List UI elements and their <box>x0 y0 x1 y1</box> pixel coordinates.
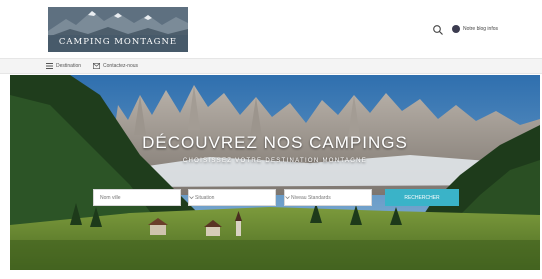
menu-icon <box>46 63 53 69</box>
logo-text: CAMPING MONTAGNE <box>58 37 178 47</box>
hero-banner: DÉCOUVREZ NOS CAMPINGS CHOISISSEZ VOTRE … <box>10 75 540 270</box>
standard-select-value: Niveau Standards <box>291 194 331 201</box>
hero-subtitle: CHOISISSEZ VOTRE DESTINATION MONTAGNE <box>182 158 368 164</box>
header-actions: Notre blog infos <box>432 23 498 35</box>
user-icon <box>451 25 460 33</box>
situation-select[interactable]: Situation <box>188 189 276 206</box>
hero-image <box>10 75 540 270</box>
chevron-down-icon <box>285 196 290 200</box>
logo[interactable]: CAMPING MONTAGNE <box>48 7 188 52</box>
account-label: Notre blog infos <box>462 26 498 32</box>
navbar: Destination Contactez-nous <box>0 58 542 74</box>
chevron-down-icon <box>189 196 194 200</box>
nav-label-contact: Contactez-nous <box>103 63 139 69</box>
city-input[interactable]: Nom ville <box>93 189 181 206</box>
header: CAMPING MONTAGNE Notre blog infos <box>0 0 542 58</box>
content-start <box>0 270 542 279</box>
city-input-placeholder: Nom ville <box>100 194 121 201</box>
mail-icon <box>92 62 101 70</box>
search-icon[interactable] <box>432 23 444 35</box>
nav-item-destination[interactable]: Destination <box>46 63 81 69</box>
account-link[interactable]: Notre blog infos <box>451 25 498 33</box>
situation-select-value: Situation <box>195 194 215 201</box>
nav-item-contact[interactable]: Contactez-nous <box>92 62 139 70</box>
nav-label-destination: Destination <box>56 63 82 69</box>
standard-select[interactable]: Niveau Standards <box>284 189 372 206</box>
hero-title: DÉCOUVREZ NOS CAMPINGS <box>142 133 408 152</box>
search-button[interactable]: RECHERCHER <box>385 189 459 206</box>
